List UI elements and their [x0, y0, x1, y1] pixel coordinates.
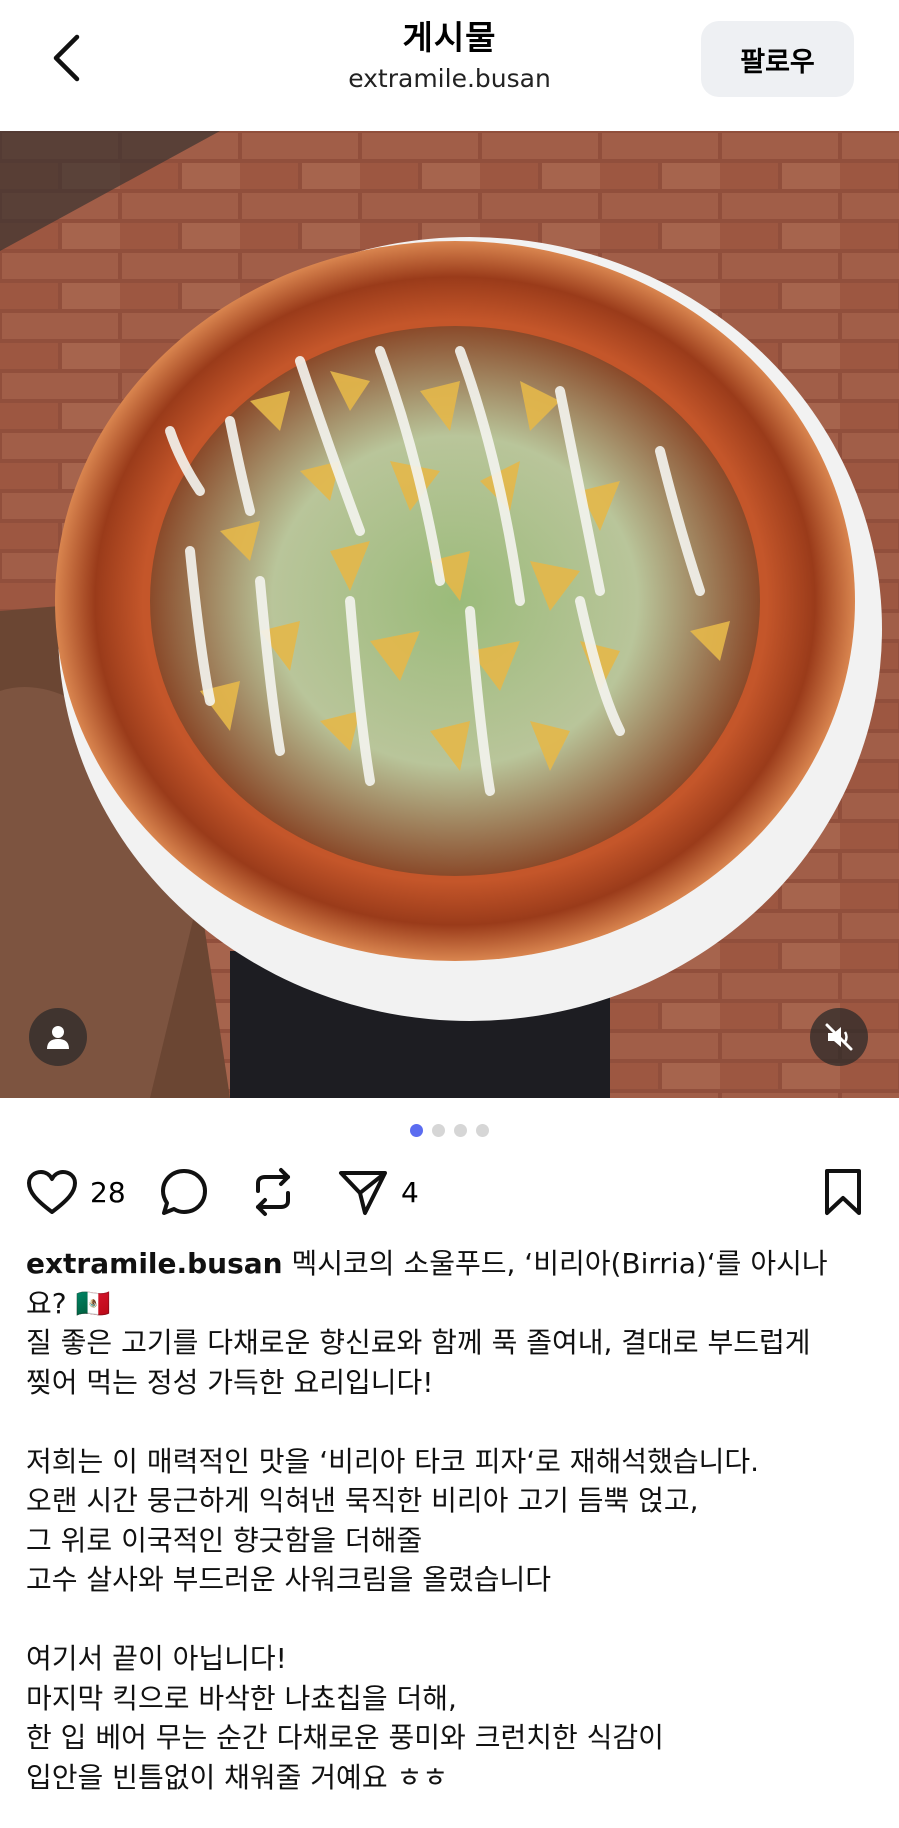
- bookmark-button[interactable]: [823, 1160, 863, 1224]
- top-bar: 게시물 extramile.busan 팔로우: [0, 0, 899, 131]
- carousel-dot-1: [410, 1124, 423, 1137]
- post-photo[interactable]: [0, 131, 899, 1098]
- mute-toggle-button[interactable]: [810, 1008, 868, 1066]
- repost-icon: [256, 1168, 290, 1216]
- speaker-muted-icon: [825, 1023, 853, 1051]
- repost-button[interactable]: [250, 1160, 296, 1224]
- caption-line: 입안을 빈틈없이 채워줄 거예요 ㅎㅎ: [26, 1760, 449, 1794]
- caption-line: 고수 살사와 부드러운 사워크림을 올렸습니다: [26, 1563, 552, 1596]
- carousel-dot-4: [476, 1124, 489, 1137]
- like-button[interactable]: 28: [26, 1160, 126, 1224]
- caption-line: 마지막 킥으로 바삭한 나쵸칩을 더해,: [26, 1681, 457, 1715]
- caption-text: 멕시코의 소울푸드, ‘비리아(Birria)‘를 아시나: [291, 1247, 828, 1280]
- like-count: 28: [90, 1175, 126, 1209]
- caption-username[interactable]: extramile.busan: [26, 1247, 283, 1280]
- send-icon: [339, 1171, 387, 1215]
- caption-line: 한 입 베어 무는 순간 다채로운 풍미와 크런치한 식감이: [26, 1721, 664, 1754]
- comment-bubble-icon: [161, 1169, 207, 1215]
- caption-line: 여기서 끝이 아닙니다!: [26, 1642, 287, 1675]
- carousel-dot-3: [454, 1124, 467, 1137]
- share-button[interactable]: 4: [337, 1160, 419, 1224]
- user-tag-icon: [47, 1026, 69, 1049]
- caption-line: 저희는 이 매력적인 맛을 ‘비리아 타코 피자‘로 재해석했습니다.: [26, 1444, 760, 1478]
- tagged-users-button[interactable]: [29, 1008, 87, 1066]
- follow-button[interactable]: 팔로우: [701, 21, 854, 97]
- comment-button[interactable]: [159, 1160, 209, 1224]
- caption-line: 오랜 시간 뭉근하게 익혀낸 묵직한 비리아 고기 듬뿍 얹고,: [26, 1484, 699, 1517]
- heart-icon: [27, 1170, 77, 1214]
- bookmark-icon: [825, 1169, 861, 1215]
- carousel-indicator: [0, 1124, 899, 1137]
- share-count: 4: [401, 1175, 419, 1209]
- caption-line: 찢어 먹는 정성 가득한 요리입니다!: [26, 1365, 434, 1399]
- carousel-dot-2: [432, 1124, 445, 1137]
- caption-first-line: extramile.busan 멕시코의 소울푸드, ‘비리아(Birria)‘…: [26, 1244, 876, 1284]
- caption-line: 그 위로 이국적인 향긋함을 더해줄: [26, 1523, 423, 1557]
- caption-line: 요? 🇲🇽: [26, 1286, 111, 1320]
- post-caption: extramile.busan 멕시코의 소울푸드, ‘비리아(Birria)‘…: [26, 1244, 876, 1797]
- post-actions: 28 4: [0, 1160, 899, 1224]
- caption-line: 질 좋은 고기를 다채로운 향신료와 함께 푹 졸여내, 결대로 부드럽게: [26, 1326, 811, 1359]
